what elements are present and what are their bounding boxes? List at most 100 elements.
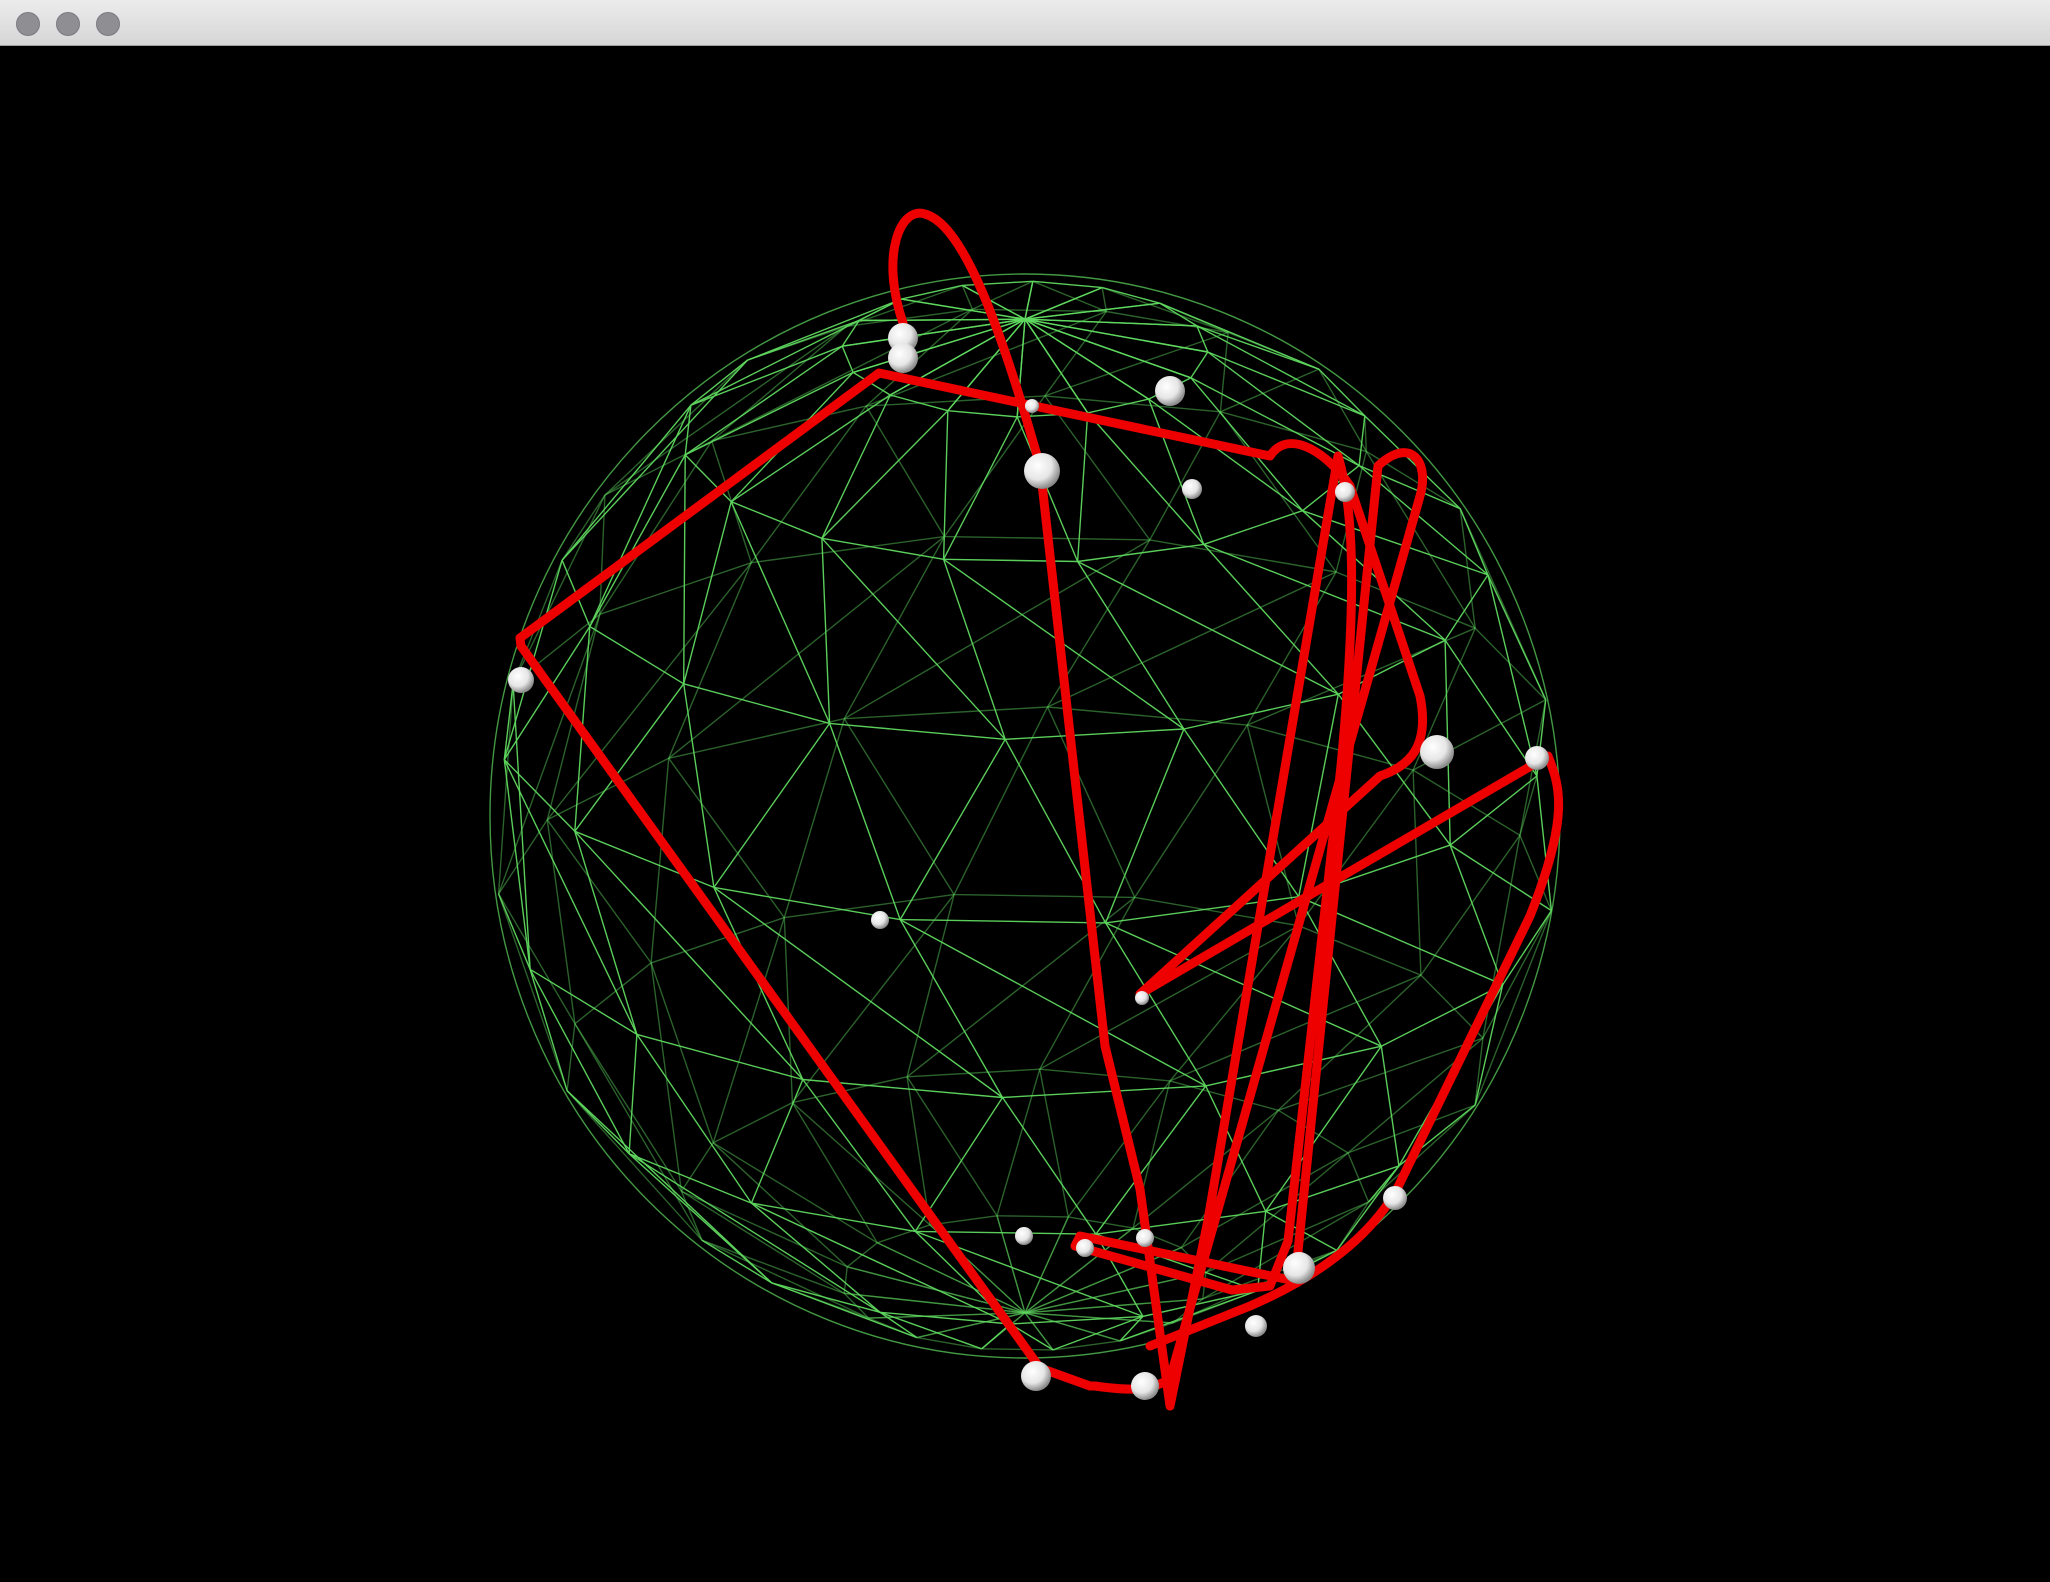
wireframe-edge — [1347, 1104, 1476, 1154]
wireframe-edge — [916, 1336, 982, 1350]
marker-sphere — [1131, 1372, 1159, 1400]
marker-sphere — [1025, 399, 1039, 413]
wireframe-edge — [1148, 398, 1303, 512]
wireframe-edge — [1380, 1046, 1400, 1167]
wireframe-edge — [683, 454, 686, 684]
wireframe-edge — [961, 285, 974, 310]
minimize-button[interactable] — [56, 12, 80, 36]
wireframe-edge — [783, 718, 845, 918]
wireframe-edge — [843, 718, 955, 895]
wireframe-edge — [604, 325, 847, 496]
wireframe-edge — [1487, 574, 1547, 701]
wireframe-edge — [566, 1023, 576, 1091]
marker-sphere — [1182, 479, 1202, 499]
wireframe-edge — [1183, 693, 1339, 730]
3d-viewport[interactable] — [0, 46, 2050, 1582]
wireframe-edge — [1519, 775, 1538, 836]
marker-sphere — [871, 911, 889, 929]
wireframe-edge — [503, 759, 576, 832]
wireframe-edge — [1196, 325, 1320, 370]
marker-sphere — [1283, 1252, 1315, 1284]
wireframe-edge — [604, 359, 748, 496]
wireframe-edge — [574, 962, 652, 1025]
wireframe-edge — [668, 757, 785, 919]
marker-sphere — [1015, 1227, 1033, 1245]
close-button[interactable] — [16, 12, 40, 36]
wireframe-edge — [1032, 280, 1107, 313]
wireframe-edge — [750, 1202, 881, 1313]
wireframe-edge — [843, 536, 946, 720]
wireframe-edge — [712, 917, 785, 1144]
wireframe-edge — [1449, 844, 1504, 985]
marker-sphere — [1024, 453, 1060, 489]
wireframe-edge — [1102, 286, 1160, 304]
wireframe-edge — [566, 1090, 703, 1241]
wireframe-edge — [512, 683, 531, 970]
wireframe-edge — [1106, 310, 1229, 334]
wireframe-edge — [877, 1242, 1026, 1314]
wireframe-edge — [843, 539, 1151, 720]
marker-sphere — [1135, 991, 1149, 1005]
wireframe-edge — [943, 558, 1078, 563]
wireframe-edge — [574, 1023, 682, 1192]
marker-group — [508, 323, 1549, 1400]
wireframe-edge — [900, 918, 1106, 924]
title-bar[interactable] — [0, 0, 2050, 46]
wireframe-edge — [529, 969, 568, 1091]
wireframe-edge — [1077, 561, 1185, 730]
wireframe-edge — [751, 1202, 916, 1233]
wireframe-edge — [1420, 834, 1521, 976]
wireframe-edge — [668, 536, 945, 759]
wireframe-edge — [1024, 318, 1192, 379]
wireframe-edge — [821, 410, 949, 539]
wireframe-edge — [802, 1079, 916, 1232]
wireframe-edge — [712, 1101, 793, 1144]
scene-canvas[interactable] — [0, 46, 2050, 1582]
marker-sphere — [1136, 1229, 1154, 1247]
wireframe-edge — [844, 706, 1048, 720]
zoom-button[interactable] — [96, 12, 120, 36]
wireframe-edge — [821, 538, 831, 724]
wireframe-edge — [1104, 728, 1185, 924]
wireframe-edge — [529, 968, 630, 1155]
marker-sphere — [508, 667, 534, 693]
wireframe-edge — [1047, 706, 1248, 726]
wireframe-edge — [1024, 318, 1089, 414]
wireframe-edge — [1444, 639, 1538, 777]
wireframe-edge — [684, 345, 843, 456]
wireframe-edge — [1032, 280, 1103, 289]
wireframe-edge — [574, 831, 638, 1035]
wireframe-edge — [1444, 574, 1489, 641]
wireframe-edge — [1134, 724, 1248, 898]
wireframe-edge — [546, 819, 576, 1024]
wireframe-edge — [1190, 351, 1209, 379]
wireframe-edge — [1024, 281, 1034, 320]
wireframe-edge — [1095, 1085, 1207, 1235]
wireframe-edge — [561, 494, 606, 561]
marker-sphere — [1155, 376, 1185, 406]
wireframe-edge — [1024, 318, 1150, 400]
wireframe-edge — [683, 683, 830, 725]
wireframe-edge — [636, 1034, 752, 1204]
wireframe-edge — [690, 359, 748, 406]
wireframe-edge — [1203, 510, 1303, 546]
wireframe-edge — [1068, 1216, 1134, 1229]
wireframe-edge — [1047, 571, 1337, 708]
wireframe-edge — [628, 1153, 881, 1313]
wireframe-edge — [498, 819, 548, 895]
wireframe-edge — [1039, 1069, 1069, 1218]
wireframe-edge — [1159, 302, 1320, 370]
wireframe-edge — [1101, 286, 1229, 334]
marker-sphere — [1021, 1361, 1051, 1391]
wireframe-edge — [1077, 543, 1204, 563]
wireframe-edge — [1024, 1312, 1121, 1342]
wireframe-edge — [1219, 332, 1229, 412]
marker-sphere — [1525, 746, 1549, 770]
marker-sphere — [1420, 735, 1454, 769]
wireframe-edge — [1039, 1068, 1171, 1082]
wireframe-edge — [599, 440, 713, 615]
wireframe-edge — [636, 1033, 803, 1081]
wireframe-edge — [701, 1239, 773, 1284]
wireframe-edge — [650, 758, 670, 963]
wireframe-edge — [750, 1079, 804, 1204]
